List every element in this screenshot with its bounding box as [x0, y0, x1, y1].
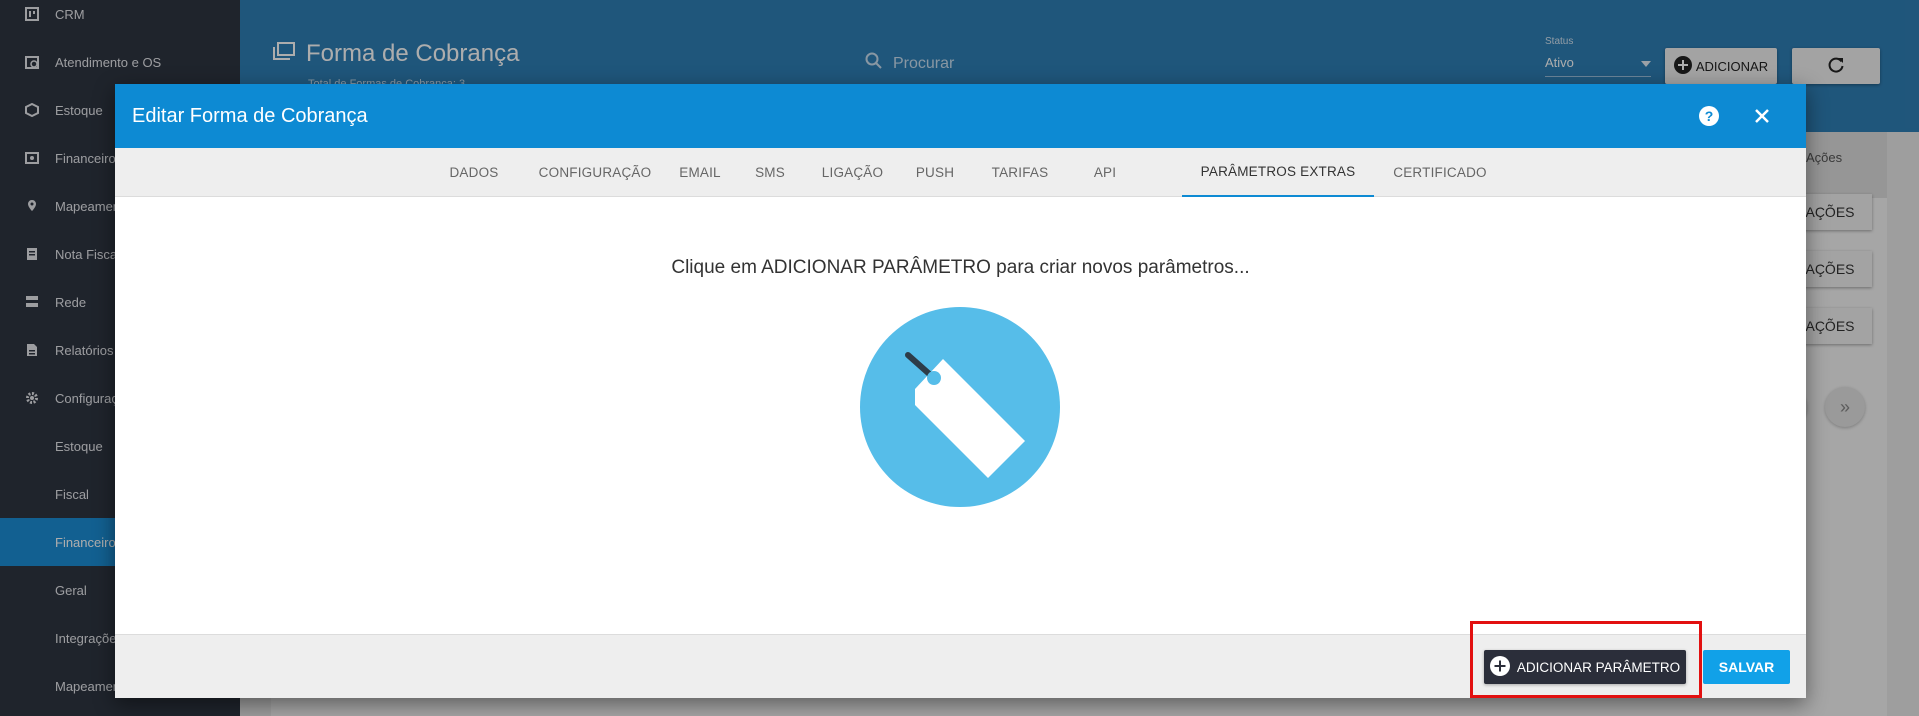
save-button[interactable]: SALVAR [1703, 650, 1790, 684]
modal-content: Clique em ADICIONAR PARÂMETRO para criar… [115, 197, 1806, 634]
modal-header: Editar Forma de Cobrança ? [115, 84, 1806, 148]
tab-api[interactable]: API [1070, 148, 1140, 197]
tab-push[interactable]: PUSH [900, 148, 970, 197]
modal-title: Editar Forma de Cobrança [132, 104, 368, 127]
tab-certificado[interactable]: CERTIFICADO [1380, 148, 1500, 197]
tab-parametros-extras[interactable]: PARÂMETROS EXTRAS [1182, 148, 1374, 197]
modal-tabs: DADOS CONFIGURAÇÃO EMAIL SMS LIGAÇÃO PUS… [115, 148, 1806, 197]
tag-icon [860, 307, 1060, 507]
tab-sms[interactable]: SMS [735, 148, 805, 197]
tab-email[interactable]: EMAIL [665, 148, 735, 197]
empty-state-message: Clique em ADICIONAR PARÂMETRO para criar… [671, 257, 1250, 278]
help-icon[interactable]: ? [1697, 104, 1721, 128]
tab-configuracao[interactable]: CONFIGURAÇÃO [525, 148, 665, 197]
edit-modal: Editar Forma de Cobrança ? DADOS CONFIGU… [115, 84, 1806, 698]
tab-dados[interactable]: DADOS [419, 148, 529, 197]
tab-ligacao[interactable]: LIGAÇÃO [805, 148, 900, 197]
close-icon[interactable] [1750, 104, 1774, 128]
svg-text:?: ? [1705, 108, 1714, 124]
highlight-box [1470, 621, 1702, 698]
tab-tarifas[interactable]: TARIFAS [970, 148, 1070, 197]
